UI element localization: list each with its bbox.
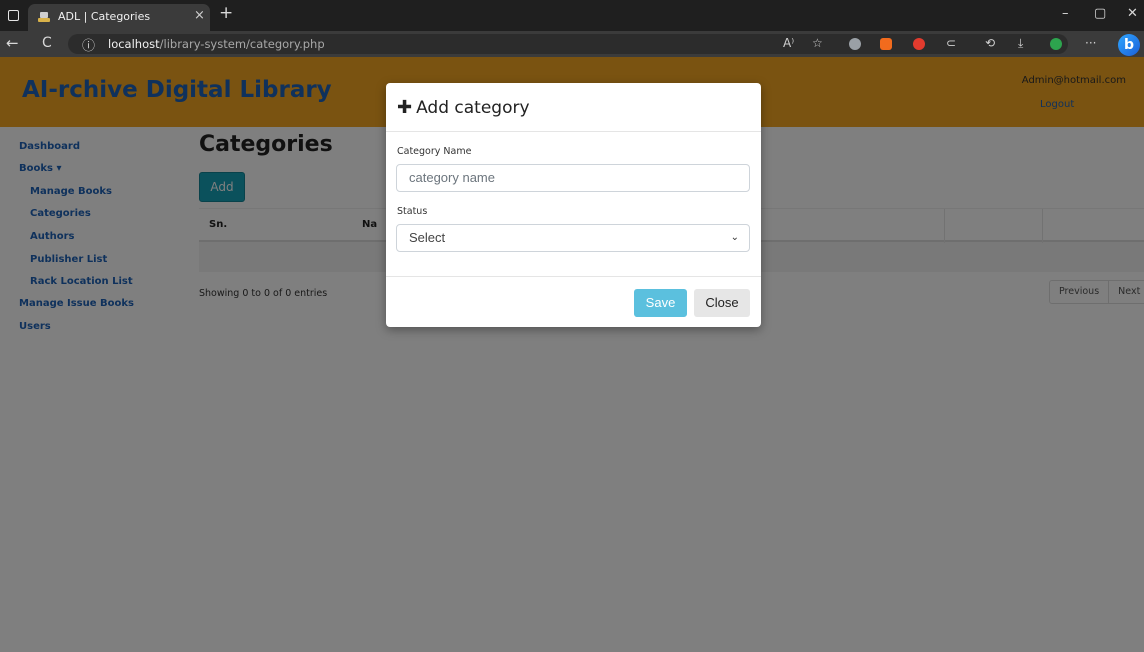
url-path: /library-system/category.php — [159, 37, 325, 51]
more-options-icon[interactable]: ··· — [1085, 36, 1096, 50]
library-favicon-icon — [38, 12, 50, 22]
url-text[interactable]: localhost/library-system/category.php — [108, 37, 325, 51]
plus-icon: ✚ — [397, 97, 413, 118]
browser-tab[interactable]: ADL | Categories × — [28, 4, 210, 31]
url-host: localhost — [108, 37, 160, 51]
modal-footer: Save Close — [386, 276, 761, 327]
extension-c-icon[interactable] — [880, 38, 892, 50]
site-info-icon[interactable]: ⓘ — [82, 35, 95, 54]
close-window-icon[interactable]: ✕ — [1127, 6, 1138, 21]
bing-copilot-icon[interactable]: b — [1118, 34, 1140, 56]
address-toolbar: ← C ⓘ localhost/library-system/category.… — [0, 31, 1144, 57]
modal-title-text: Add category — [416, 98, 530, 118]
restore-icon[interactable]: ▢ — [1094, 6, 1106, 21]
reload-icon[interactable]: C — [42, 35, 52, 51]
tab-close-icon[interactable]: × — [194, 8, 205, 23]
status-label: Status — [397, 206, 428, 217]
extension-green-icon[interactable] — [1050, 38, 1062, 50]
save-button[interactable]: Save — [634, 289, 687, 317]
window-menu-icon[interactable] — [8, 10, 19, 21]
extension-red-icon[interactable] — [913, 38, 925, 50]
history-icon[interactable]: ⟲ — [985, 36, 995, 50]
favorite-icon[interactable]: ☆ — [812, 36, 823, 50]
status-selected-value: Select — [409, 230, 446, 245]
web-page: AI-rchive Digital Library Admin@hotmail.… — [0, 57, 1144, 652]
back-icon[interactable]: ← — [6, 34, 19, 52]
add-category-modal: ✚ Add category Category Name category nam… — [386, 83, 761, 327]
new-tab-icon[interactable]: + — [219, 3, 233, 23]
close-button[interactable]: Close — [694, 289, 750, 317]
tab-title: ADL | Categories — [58, 10, 151, 23]
browser-tab-bar: ADL | Categories × + – ▢ ✕ — [0, 0, 1144, 31]
chevron-down-icon: ⌄ — [730, 232, 739, 243]
extensions-icon[interactable]: ⊂ — [946, 36, 956, 50]
status-select[interactable]: Select ⌄ — [396, 224, 750, 252]
download-icon[interactable]: ⤓ — [1018, 36, 1023, 51]
modal-title: ✚ Add category — [397, 97, 530, 118]
modal-header: ✚ Add category — [386, 83, 761, 132]
category-name-label: Category Name — [397, 146, 472, 157]
read-aloud-icon[interactable]: A⁾ — [783, 36, 794, 50]
category-name-input[interactable]: category name — [396, 164, 750, 192]
extension-gray-icon[interactable] — [849, 38, 861, 50]
minimize-icon[interactable]: – — [1062, 6, 1069, 21]
